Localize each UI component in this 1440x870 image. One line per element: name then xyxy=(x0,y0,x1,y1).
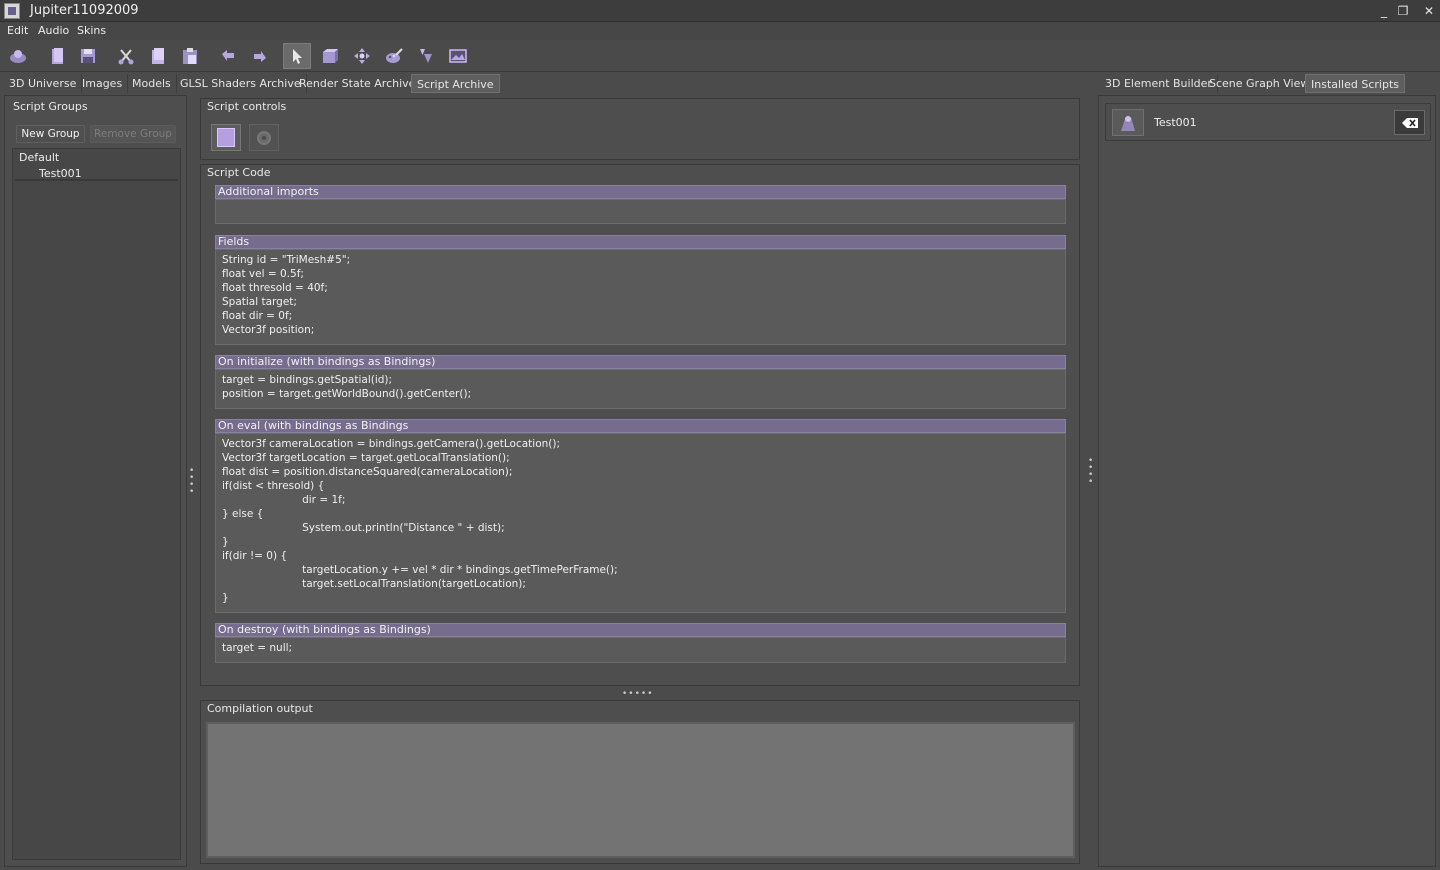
menu-edit[interactable]: Edit xyxy=(7,24,28,37)
section-header-on-destroy: On destroy (with bindings as Bindings) xyxy=(215,623,1066,637)
on-eval-editor[interactable]: Vector3f cameraLocation = bindings.getCa… xyxy=(215,433,1066,613)
code-line: Vector3f cameraLocation = bindings.getCa… xyxy=(222,438,561,450)
tab-3d-universe[interactable]: 3D Universe xyxy=(4,74,83,93)
left-tabbar: 3D Universe Images Models GLSL Shaders A… xyxy=(4,74,500,94)
image-icon[interactable] xyxy=(444,43,472,69)
fields-editor[interactable]: String id = "TriMesh#5"; float vel = 0.5… xyxy=(215,249,1066,345)
section-header-fields: Fields xyxy=(215,235,1066,249)
tab-render-state-archive[interactable]: Render State Archive xyxy=(294,74,422,93)
tab-models[interactable]: Models xyxy=(127,74,177,93)
paste-icon[interactable] xyxy=(176,43,204,69)
code-line: position = target.getWorldBound().getCen… xyxy=(222,388,472,400)
code-line: Spatial target; xyxy=(222,296,297,308)
tab-glsl-shaders-archive[interactable]: GLSL Shaders Archive xyxy=(175,74,307,93)
script-controls-panel xyxy=(200,98,1080,160)
tab-3d-element-builder[interactable]: 3D Element Builder xyxy=(1100,74,1218,93)
code-line: float vel = 0.5f; xyxy=(222,268,304,280)
script-page-icon xyxy=(217,128,235,147)
close-button[interactable]: ✕ xyxy=(1419,2,1439,20)
app-icon xyxy=(4,3,20,19)
save-icon[interactable] xyxy=(74,43,102,69)
toolbar xyxy=(0,40,1440,72)
code-line: target = null; xyxy=(222,642,293,654)
on-destroy-editor[interactable]: target = null; xyxy=(215,637,1066,663)
code-line: if(dir != 0) { xyxy=(222,550,288,562)
open-icon[interactable] xyxy=(44,43,72,69)
group-tree: Default Test001 xyxy=(12,148,181,860)
compilation-output-title: Compilation output xyxy=(207,702,313,715)
title-bar: Jupiter11092009 _ ❐ ✕ xyxy=(0,0,1440,22)
universe-icon[interactable] xyxy=(4,43,32,69)
redo-icon[interactable] xyxy=(246,43,274,69)
code-line: float dir = 0f; xyxy=(222,310,293,322)
right-tabbar: 3D Element Builder Scene Graph View Inst… xyxy=(1100,74,1405,94)
code-line: if(dist < thresold) { xyxy=(222,480,325,492)
shapes-icon[interactable] xyxy=(412,43,440,69)
on-initialize-editor[interactable]: target = bindings.getSpatial(id); positi… xyxy=(215,369,1066,409)
restore-button[interactable]: ❐ xyxy=(1393,2,1413,20)
menu-skins[interactable]: Skins xyxy=(77,24,106,37)
group-default[interactable]: Default xyxy=(19,151,59,164)
code-line: dir = 1f; xyxy=(222,494,346,506)
minimize-button[interactable]: _ xyxy=(1374,2,1394,20)
select-icon[interactable] xyxy=(283,43,311,69)
code-line: } xyxy=(222,592,229,604)
section-header-on-eval: On eval (with bindings as Bindings xyxy=(215,419,1066,433)
undo-icon[interactable] xyxy=(214,43,242,69)
window-title: Jupiter11092009 xyxy=(30,3,139,18)
code-line: } else { xyxy=(222,508,264,520)
compilation-output-text[interactable] xyxy=(206,722,1075,858)
section-header-additional-imports: Additional imports xyxy=(215,185,1066,199)
code-line: Vector3f position; xyxy=(222,324,315,336)
additional-imports-editor[interactable] xyxy=(215,199,1066,224)
tab-script-archive[interactable]: Script Archive xyxy=(411,74,500,93)
menu-bar: Edit Audio Skins xyxy=(0,22,1440,40)
script-controls-title: Script controls xyxy=(207,100,287,113)
move-icon[interactable] xyxy=(348,43,376,69)
menu-audio[interactable]: Audio xyxy=(38,24,69,37)
new-group-button[interactable]: New Group xyxy=(16,125,85,143)
delete-icon xyxy=(1401,117,1418,128)
installed-scripts-panel xyxy=(1098,95,1436,867)
installed-script-name: Test001 xyxy=(1154,116,1197,129)
code-line: Vector3f targetLocation = target.getLoca… xyxy=(222,452,510,464)
code-line: float thresold = 40f; xyxy=(222,282,328,294)
script-item-test001[interactable]: Test001 xyxy=(15,167,178,181)
uninstall-script-button[interactable] xyxy=(1394,110,1425,135)
paint-icon[interactable] xyxy=(380,43,408,69)
script-code-title: Script Code xyxy=(207,166,271,179)
code-line: targetLocation.y += vel * dir * bindings… xyxy=(222,564,618,576)
copy-icon[interactable] xyxy=(144,43,172,69)
code-line: } xyxy=(222,536,229,548)
new-script-button[interactable] xyxy=(211,124,241,151)
code-line: String id = "TriMesh#5"; xyxy=(222,254,351,266)
script-groups-title: Script Groups xyxy=(13,100,88,113)
code-line: target.setLocalTranslation(targetLocatio… xyxy=(222,578,526,590)
tab-images[interactable]: Images xyxy=(77,74,129,93)
code-line: target = bindings.getSpatial(id); xyxy=(222,374,393,386)
script-status-icon xyxy=(1112,109,1144,136)
gear-icon xyxy=(257,130,271,145)
horizontal-splitter-handle[interactable]: ••••• xyxy=(622,689,654,699)
section-header-on-initialize: On initialize (with bindings as Bindings… xyxy=(215,355,1066,369)
code-line: float dist = position.distanceSquared(ca… xyxy=(222,466,513,478)
right-splitter-handle[interactable]: • • • • xyxy=(1088,457,1094,487)
tab-scene-graph-view[interactable]: Scene Graph View xyxy=(1204,74,1316,93)
remove-group-button[interactable]: Remove Group xyxy=(90,125,176,143)
box-icon[interactable] xyxy=(316,43,344,69)
installed-script-row[interactable]: Test001 xyxy=(1105,103,1431,141)
compile-script-button[interactable] xyxy=(249,124,279,151)
left-splitter-handle[interactable]: • • • • xyxy=(189,467,195,497)
cut-icon[interactable] xyxy=(112,43,140,69)
tab-installed-scripts[interactable]: Installed Scripts xyxy=(1305,74,1405,93)
code-line: System.out.println("Distance " + dist); xyxy=(222,522,505,534)
